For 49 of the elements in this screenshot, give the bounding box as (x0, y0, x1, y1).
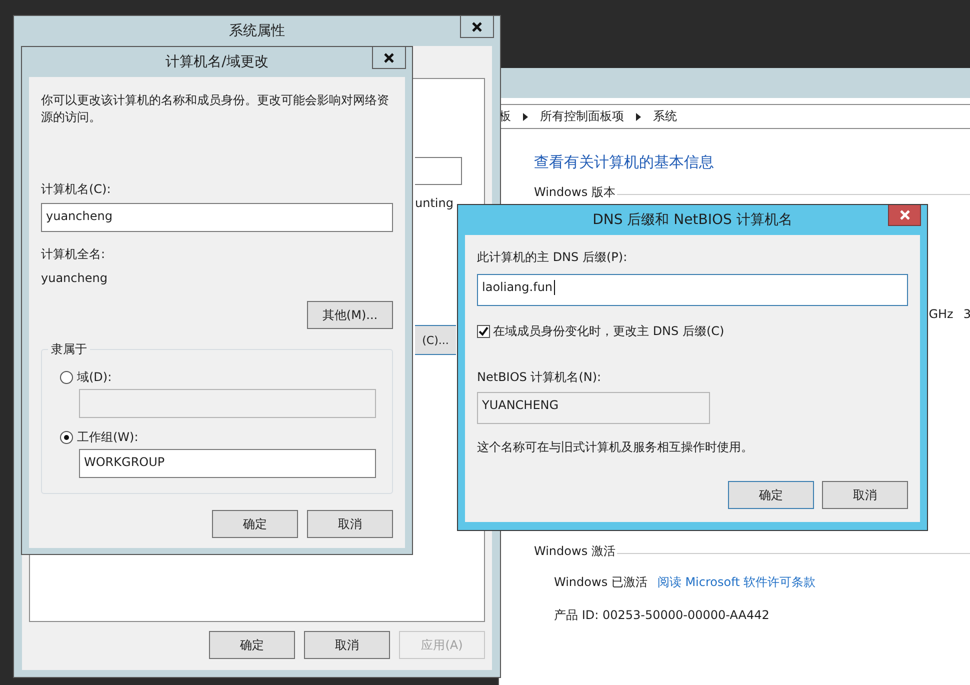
radio-button[interactable] (60, 431, 73, 444)
checkbox-label: 在域成员身份变化时，更改主 DNS 后缀(C) (493, 323, 724, 340)
radio-label: 工作组(W): (77, 429, 138, 446)
page-heading: 查看有关计算机的基本信息 (534, 153, 715, 172)
dialog-title: 计算机名/域更改 (166, 53, 268, 71)
partial-text: unting (415, 196, 454, 210)
description-text: 你可以更改该计算机的名称和成员身份。更改可能会影响对网络资源的访问。 (41, 92, 390, 126)
close-button[interactable] (888, 205, 921, 226)
change-button[interactable]: (C)... (415, 325, 456, 355)
dialog-button[interactable]: 取消 (304, 631, 390, 659)
dialog-button[interactable]: 确定 (209, 631, 295, 659)
computer-name-field[interactable]: yuancheng (41, 203, 393, 232)
chevron-icon (523, 112, 528, 120)
dialog-button[interactable]: 确定 (212, 510, 298, 538)
breadcrumb-item[interactable]: 系统 (653, 108, 677, 125)
input-field[interactable]: WORKGROUP (79, 449, 376, 478)
close-icon (900, 210, 910, 220)
dialog-title: DNS 后缀和 NetBIOS 计算机名 (592, 211, 792, 229)
close-icon (384, 52, 394, 62)
window-title: 系统属性 (229, 22, 285, 40)
breadcrumb-item[interactable]: 所有控制面板项 (540, 108, 624, 125)
activation-status: Windows 已激活 (554, 574, 648, 591)
product-id: 产品 ID: 00253-50000-00000-AA442 (553, 607, 770, 624)
more-button[interactable]: 其他(M)... (307, 301, 393, 329)
close-button[interactable] (460, 16, 494, 38)
checkbox[interactable] (477, 325, 490, 338)
radio-button[interactable] (60, 371, 73, 384)
dialog-button[interactable]: 取消 (307, 510, 393, 538)
field-label: 计算机名(C): (41, 181, 112, 198)
dialog-button[interactable]: 确定 (728, 481, 814, 509)
processor-text: GHz (928, 307, 954, 321)
chevron-icon (636, 112, 641, 120)
netbios-name-field: YUANCHENG (477, 392, 710, 424)
field-label: 计算机全名: (41, 246, 106, 263)
full-name-text: yuancheng (41, 271, 108, 285)
license-link[interactable]: 阅读 Microsoft 软件许可条款 (657, 574, 816, 591)
field-label: NetBIOS 计算机名(N): (477, 369, 602, 386)
close-button[interactable] (372, 47, 406, 69)
group-legend: 隶属于 (48, 341, 90, 358)
section-title: Windows 激活 (534, 543, 616, 560)
processor-text: 3 (963, 307, 970, 321)
dns-suffix-field[interactable]: laoliang.fun (477, 274, 908, 306)
input-field[interactable] (415, 157, 462, 185)
close-icon (472, 22, 482, 32)
note-text: 这个名称可在与旧式计算机及服务相互操作时使用。 (477, 439, 754, 456)
section-title: Windows 版本 (534, 184, 616, 201)
field-label: 此计算机的主 DNS 后缀(P): (477, 249, 628, 266)
radio-label: 域(D): (77, 369, 112, 386)
dialog-button[interactable]: 取消 (822, 481, 908, 509)
